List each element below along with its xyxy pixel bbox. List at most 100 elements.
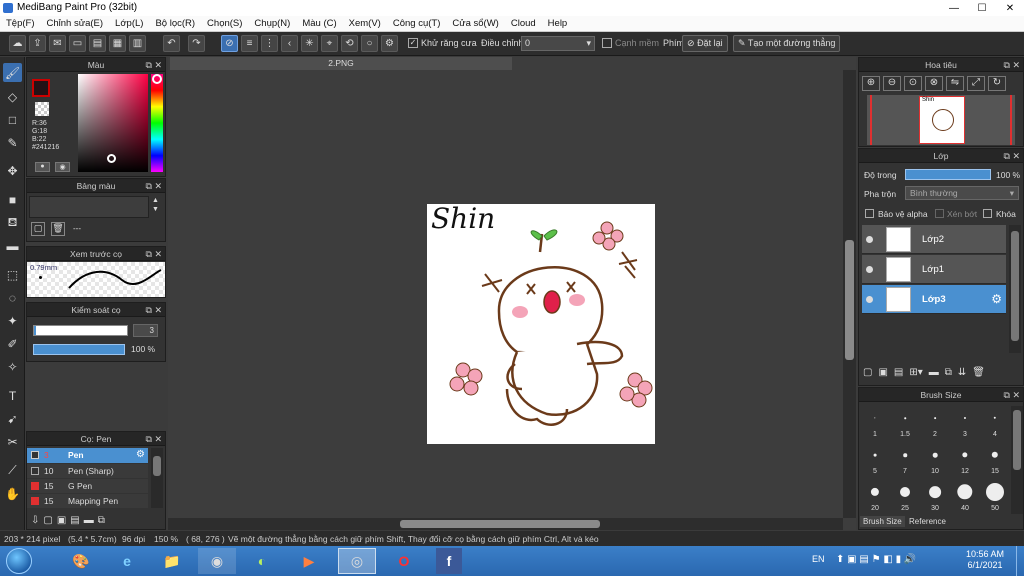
new-8bit-layer-icon[interactable]: ▤ [894, 367, 903, 378]
vertical-scroll-thumb[interactable] [845, 240, 854, 360]
paint-app-icon[interactable]: 🎨 [62, 548, 100, 574]
color-picker-button[interactable]: ◉ [55, 162, 70, 172]
brush-size-cell[interactable]: 1 [860, 404, 890, 439]
new-brush-icon[interactable]: ▢ [43, 515, 52, 526]
brush-settings-gear-icon[interactable]: ⚙ [136, 449, 145, 460]
dot-tool-icon[interactable]: □ [3, 110, 22, 129]
canvas-vertical-scrollbar[interactable] [843, 70, 856, 518]
new-palette-icon[interactable]: ▢ [31, 222, 45, 236]
zoom-in-icon[interactable]: ⊕ [862, 76, 880, 91]
zoom-out-icon[interactable]: ⊖ [883, 76, 901, 91]
tray-icons[interactable]: ⬆ ▣ ▤ ⚑ ◧ ▮ 🔊 [836, 554, 916, 565]
canvas-area[interactable]: 2.PNG Shin [168, 57, 856, 530]
add-brush-icon[interactable]: ▣ [57, 515, 66, 526]
panel-controls-icon[interactable]: ⧉ ✕ [1004, 149, 1020, 163]
brush-list-item[interactable]: 15 G Pen [27, 479, 148, 493]
minimize-button[interactable]: — [940, 0, 968, 16]
navigator-preview[interactable]: Shin [867, 95, 1015, 145]
language-indicator[interactable]: EN [812, 554, 825, 564]
document-icon[interactable]: ▤ [89, 35, 106, 52]
visibility-eye-icon[interactable] [866, 266, 873, 273]
brush-size-cell[interactable]: 25 [890, 478, 920, 513]
comment-icon[interactable]: ✉ [49, 35, 66, 52]
canvas-horizontal-scrollbar[interactable] [168, 518, 843, 530]
color-sv-picker[interactable] [78, 74, 148, 172]
duplicate-brush-icon[interactable]: ⧉ [98, 515, 105, 526]
coc-coc-icon[interactable]: ◐ [243, 548, 281, 574]
hue-slider[interactable] [151, 74, 163, 172]
show-desktop-button[interactable] [1016, 546, 1024, 576]
menu-layer[interactable]: Lớp(L) [109, 16, 149, 31]
media-player-icon[interactable]: ▶ [290, 548, 328, 574]
no-snap-icon[interactable]: ⊘ [221, 35, 238, 52]
zoom-reset-icon[interactable]: ⊗ [925, 76, 943, 91]
new-halftone-layer-icon[interactable]: ▣ [878, 367, 887, 378]
menu-window[interactable]: Cửa sổ(W) [446, 16, 504, 31]
layer-row[interactable]: Lớp2 [862, 225, 1006, 254]
redo-icon[interactable]: ↷ [188, 35, 205, 52]
layer-settings-gear-icon[interactable]: ⚙ [991, 292, 1002, 306]
tab-brush-size[interactable]: Brush Size [860, 516, 905, 527]
fill-rect-tool-icon[interactable]: ■ [3, 190, 22, 209]
divide-tool-icon[interactable]: ✂ [3, 432, 22, 451]
straight-line-button[interactable]: ✎ Tạo một đường thẳng [733, 35, 841, 52]
brush-size-cell[interactable]: 4 [980, 404, 1010, 439]
brush-size-cell[interactable]: 12 [950, 441, 980, 476]
menu-select[interactable]: Chọn(S) [201, 16, 248, 31]
delete-palette-icon[interactable]: 🗑 [51, 222, 65, 236]
flip-icon[interactable]: ⇋ [946, 76, 964, 91]
menu-filter[interactable]: Bộ lọc(R) [149, 16, 201, 31]
blend-mode-select[interactable]: Bình thường ▾ [905, 186, 1019, 200]
eyedropper-tool-icon[interactable]: ⟋ [3, 461, 22, 480]
visibility-eye-icon[interactable] [866, 236, 873, 243]
panel-controls-icon[interactable]: ⧉ ✕ [146, 432, 162, 446]
facebook-icon[interactable]: f [436, 548, 462, 574]
brush-size-cell[interactable]: 7 [890, 441, 920, 476]
crosshair-snap-icon[interactable]: ⌖ [321, 35, 338, 52]
palette-scroll-icon[interactable]: ▲ ▼ [152, 196, 159, 214]
antialias-checkbox[interactable]: ✓ [408, 38, 418, 48]
rotate-icon[interactable]: ↻ [988, 76, 1006, 91]
hue-cursor[interactable] [152, 74, 162, 84]
chrome-icon[interactable]: ◉ [198, 548, 236, 574]
drawing-canvas[interactable]: Shin [427, 204, 655, 444]
text-tool-icon[interactable]: T [3, 386, 22, 405]
color-mode-button[interactable]: ● [35, 162, 50, 172]
menu-help[interactable]: Help [542, 16, 574, 31]
brush-size-cell[interactable]: 2 [920, 404, 950, 439]
operation-tool-icon[interactable]: ➹ [3, 409, 22, 428]
clipping-checkbox[interactable] [935, 209, 944, 218]
brush-size-cell[interactable]: 3 [950, 404, 980, 439]
snap-settings-gear-icon[interactable]: ⚙ [381, 35, 398, 52]
cloud-icon[interactable]: ☁ [9, 35, 26, 52]
start-button-windows-icon[interactable] [6, 548, 32, 574]
lasso-tool-icon[interactable]: ◌ [3, 288, 22, 307]
panel-controls-icon[interactable]: ⧉ ✕ [1004, 388, 1020, 402]
layer-folder-icon[interactable]: ▬ [929, 367, 939, 378]
sv-cursor[interactable] [107, 154, 116, 163]
brush-size-scrollbar[interactable] [1011, 406, 1023, 514]
layer-opacity-slider[interactable] [905, 169, 991, 180]
horizontal-scroll-thumb[interactable] [400, 520, 600, 528]
add-layer-menu-icon[interactable]: ⊞▾ [909, 367, 922, 378]
close-button[interactable]: ✕ [996, 0, 1024, 16]
brush-list-item[interactable]: 15 Mapping Pen [27, 494, 148, 508]
select-pen-tool-icon[interactable]: ✐ [3, 334, 22, 353]
curve-snap-icon[interactable]: ⟲ [341, 35, 358, 52]
menu-view[interactable]: Xem(V) [343, 16, 387, 31]
radial-snap-icon[interactable]: ✳ [301, 35, 318, 52]
brush-list-scrollbar[interactable] [151, 448, 163, 508]
share-icon[interactable]: ⇪ [29, 35, 46, 52]
gradient-tool-icon[interactable]: ▬ [3, 236, 22, 255]
brush-size-cell[interactable]: 15 [980, 441, 1010, 476]
menu-cloud[interactable]: Cloud [505, 16, 542, 31]
undo-icon[interactable]: ↶ [163, 35, 180, 52]
document-tab[interactable]: 2.PNG [170, 57, 512, 70]
layer-row[interactable]: Lớp3 ⚙ [862, 285, 1006, 314]
visibility-eye-icon[interactable] [866, 296, 873, 303]
tab-reference[interactable]: Reference [906, 516, 949, 527]
reset-button[interactable]: ⊘ Đặt lại [682, 35, 728, 52]
folder-icon[interactable]: ▬ [84, 515, 94, 526]
panel-controls-icon[interactable]: ⧉ ✕ [1004, 58, 1020, 72]
lock-checkbox[interactable] [983, 209, 992, 218]
